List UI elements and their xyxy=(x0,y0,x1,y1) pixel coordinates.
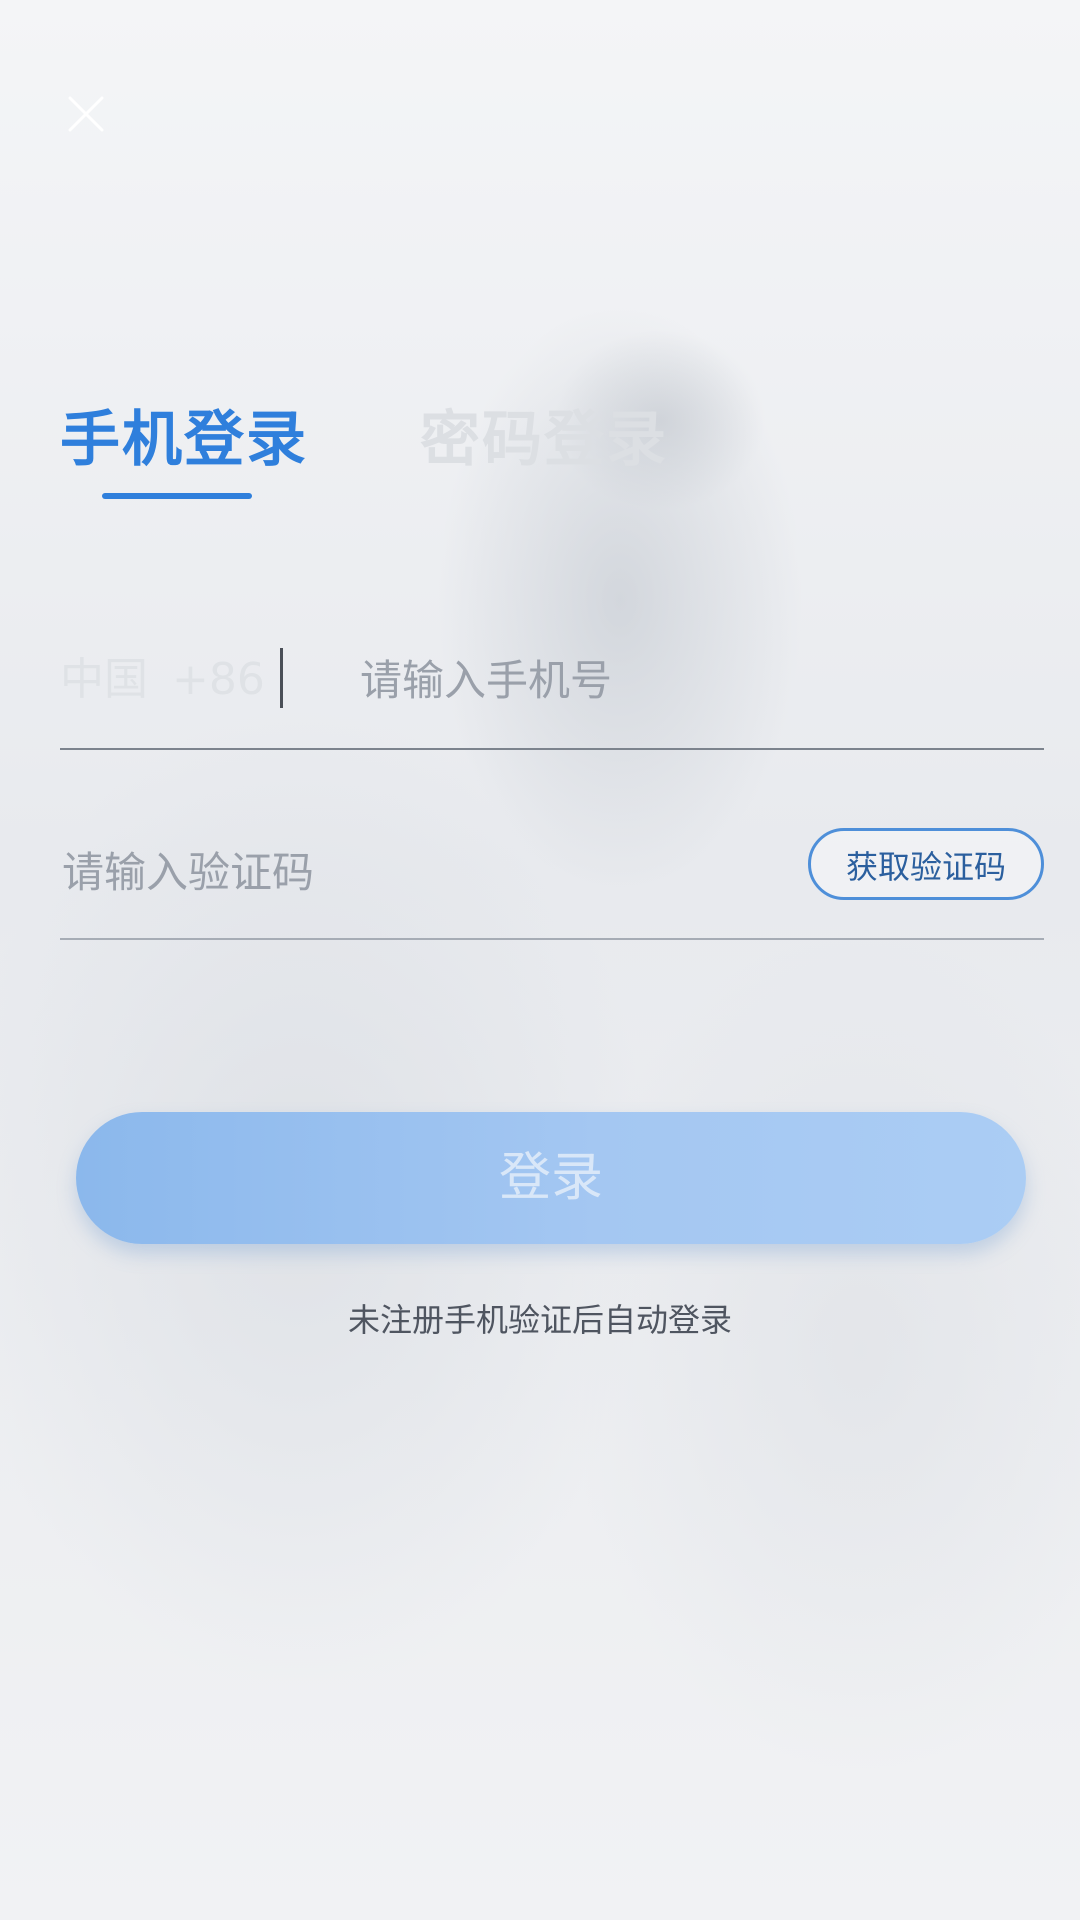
verification-code-input[interactable] xyxy=(60,836,764,908)
auto-login-hint: 未注册手机验证后自动登录 xyxy=(347,1301,732,1339)
tab-phone-login[interactable]: 手机登录 xyxy=(60,400,308,480)
phone-row: 中国 +86 xyxy=(60,630,1044,750)
background-image xyxy=(0,0,1080,1920)
field-divider xyxy=(280,648,283,708)
login-tabs: 手机登录 密码登录 xyxy=(60,400,1020,510)
login-button[interactable]: 登录 xyxy=(76,1112,1026,1244)
country-selector[interactable]: 中国 xyxy=(60,652,148,708)
tab-password-login[interactable]: 密码登录 xyxy=(420,400,668,480)
get-code-button[interactable]: 获取验证码 xyxy=(808,828,1044,900)
country-code[interactable]: +86 xyxy=(172,652,265,708)
phone-number-input[interactable] xyxy=(358,644,1022,716)
close-icon[interactable] xyxy=(64,92,108,136)
tab-indicator xyxy=(102,493,252,499)
verification-row: 获取验证码 xyxy=(60,822,1044,940)
